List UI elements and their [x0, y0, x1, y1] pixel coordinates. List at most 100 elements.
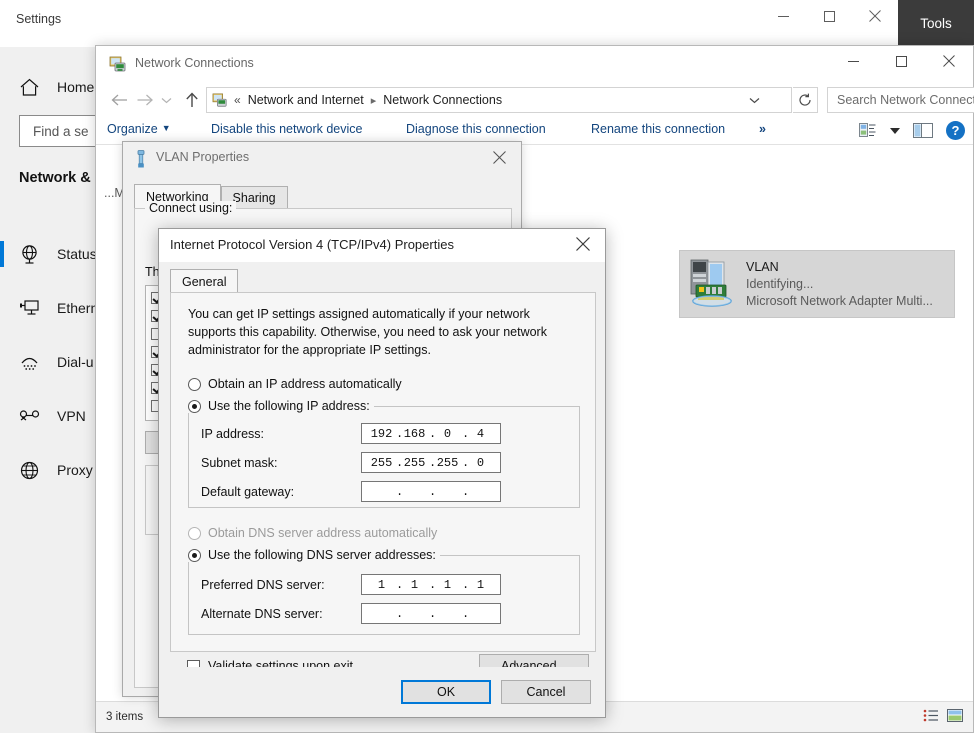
radio-label: Use the following IP address: — [208, 399, 370, 413]
radio-icon — [188, 400, 201, 413]
dialup-icon — [18, 351, 40, 373]
nc-close-icon[interactable] — [925, 46, 973, 76]
sidebar-item-label: Dial-u — [57, 354, 94, 370]
address-bar-overflow[interactable]: « — [234, 93, 241, 107]
settings-window-controls — [760, 0, 898, 32]
settings-close-icon[interactable] — [852, 0, 898, 32]
field-label: Default gateway: — [201, 485, 361, 499]
ethernet-icon — [18, 297, 40, 319]
octet: 4 — [468, 427, 494, 441]
nc-maximize-icon[interactable] — [877, 46, 925, 76]
screen-root: D V F S C ( C Service System 11/27/2023 … — [0, 0, 974, 733]
search-placeholder: Search Network Connections — [837, 93, 974, 107]
vlan-dialog-title: VLAN Properties — [156, 150, 249, 164]
breadcrumb-network-and-internet[interactable]: Network and Internet — [248, 93, 364, 107]
sidebar-item-label: Ethern — [57, 300, 98, 316]
preferred-dns-input[interactable]: 1. 1. 1. 1 — [361, 574, 501, 595]
connection-tile-text: VLAN Identifying... Microsoft Network Ad… — [746, 259, 933, 310]
toolbar-right-group: ? — [854, 119, 965, 141]
cancel-button[interactable]: Cancel — [501, 680, 591, 704]
address-bar-network-icon — [212, 93, 228, 108]
forward-arrow-icon[interactable] — [132, 86, 158, 114]
help-icon[interactable]: ? — [946, 121, 965, 140]
octet: 192 — [369, 427, 395, 441]
settings-title: Settings — [16, 12, 61, 26]
network-connections-icon — [109, 56, 127, 73]
octet: 255 — [402, 456, 428, 470]
connection-tile-vlan[interactable]: VLAN Identifying... Microsoft Network Ad… — [679, 250, 955, 318]
nc-minimize-icon[interactable] — [829, 46, 877, 76]
ipv4-titlebar: Internet Protocol Version 4 (TCP/IPv4) P… — [159, 229, 605, 262]
organize-button[interactable]: Organize▼ — [107, 122, 171, 136]
field-label: Subnet mask: — [201, 456, 361, 470]
preview-pane-icon[interactable] — [910, 119, 936, 141]
vlan-dialog-close-icon[interactable] — [477, 142, 521, 172]
radio-icon — [188, 378, 201, 391]
octet: 1 — [402, 578, 428, 592]
sidebar-item-label: VPN — [57, 408, 86, 424]
ip-address-input[interactable]: 192. 168. 0. 4 — [361, 423, 501, 444]
up-arrow-icon[interactable] — [179, 86, 205, 114]
field-alternate-dns: Alternate DNS server: . . . — [201, 603, 571, 624]
octet: 0 — [435, 427, 461, 441]
ipv4-tabstrip: General — [170, 269, 238, 294]
history-chevron-down-icon[interactable] — [156, 86, 176, 114]
disable-device-button[interactable]: Disable this network device — [211, 122, 362, 136]
chevron-down-icon: ▼ — [162, 123, 171, 133]
tools-menu-button[interactable]: Tools — [898, 0, 974, 47]
back-arrow-icon[interactable] — [106, 86, 132, 114]
tab-general[interactable]: General — [170, 269, 238, 294]
default-gateway-input[interactable]: . . . — [361, 481, 501, 502]
detail-view-icon[interactable] — [947, 709, 963, 725]
diagnose-connection-button[interactable]: Diagnose this connection — [406, 122, 546, 136]
alternate-dns-input[interactable]: . . . — [361, 603, 501, 624]
nc-navigation-bar: « Network and Internet ▸ Network Connect… — [96, 83, 973, 117]
field-subnet-mask: Subnet mask: 255. 255. 255. 0 — [201, 452, 571, 473]
field-label: IP address: — [201, 427, 361, 441]
subnet-mask-input[interactable]: 255. 255. 255. 0 — [361, 452, 501, 473]
ipv4-dialog-title: Internet Protocol Version 4 (TCP/IPv4) P… — [170, 237, 454, 252]
view-chevron-down-icon[interactable] — [890, 123, 900, 137]
vlan-group-label: Connect using: — [145, 201, 236, 215]
octet: 255 — [435, 456, 461, 470]
refresh-icon[interactable] — [793, 87, 818, 113]
ipv4-general-panel: You can get IP settings assigned automat… — [170, 292, 596, 652]
radio-obtain-ip-automatically[interactable]: Obtain an IP address automatically — [188, 377, 402, 391]
address-bar-chevron-down-icon[interactable] — [743, 88, 765, 112]
rename-connection-button[interactable]: Rename this connection — [591, 122, 725, 136]
octet: 1 — [468, 578, 494, 592]
list-view-icon[interactable] — [923, 709, 939, 725]
octet: 0 — [468, 456, 494, 470]
field-label: Preferred DNS server: — [201, 578, 361, 592]
connection-adapter: Microsoft Network Adapter Multi... — [746, 293, 933, 310]
connection-name: VLAN — [746, 259, 933, 276]
radio-use-following-ip[interactable]: Use the following IP address: — [188, 399, 374, 413]
toolbar-overflow-button[interactable]: » — [759, 122, 766, 136]
field-label: Alternate DNS server: — [201, 607, 361, 621]
network-adapter-icon — [686, 256, 738, 313]
item-count: 3 items — [106, 711, 143, 723]
sidebar-item-label: Status — [57, 246, 97, 262]
vpn-icon — [18, 405, 40, 427]
field-default-gateway: Default gateway: . . . — [201, 481, 571, 502]
vlan-dialog-titlebar: VLAN Properties — [123, 142, 521, 176]
breadcrumb-separator-icon[interactable]: ▸ — [371, 94, 377, 107]
nc-title-text: Network Connections — [135, 56, 254, 70]
address-bar[interactable]: « Network and Internet ▸ Network Connect… — [206, 87, 792, 113]
ipv4-close-icon[interactable] — [561, 229, 605, 259]
settings-maximize-icon[interactable] — [806, 0, 852, 32]
settings-minimize-icon[interactable] — [760, 0, 806, 32]
change-view-icon[interactable] — [854, 119, 880, 141]
search-input[interactable]: Search Network Connections — [827, 87, 974, 113]
ok-button[interactable]: OK — [401, 680, 491, 704]
breadcrumb-network-connections[interactable]: Network Connections — [383, 93, 502, 107]
radio-use-following-dns[interactable]: Use the following DNS server addresses: — [188, 548, 440, 562]
nc-titlebar: Network Connections — [96, 46, 973, 83]
proxy-globe-icon — [18, 459, 40, 481]
sidebar-item-label: Proxy — [57, 462, 93, 478]
nc-window-controls — [829, 46, 973, 76]
octet: 1 — [435, 578, 461, 592]
home-icon — [18, 76, 40, 98]
radio-label: Use the following DNS server addresses: — [208, 548, 436, 562]
radio-obtain-dns-automatically[interactable]: Obtain DNS server address automatically — [188, 526, 437, 540]
